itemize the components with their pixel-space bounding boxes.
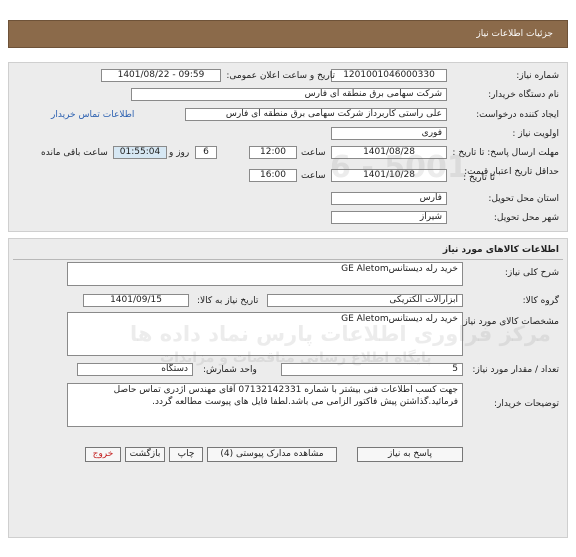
province-label: استان محل تحویل:: [488, 194, 559, 204]
buyer-contact-link[interactable]: اطلاعات تماس خریدار: [51, 110, 134, 120]
buyer-notes-field: جهت کسب اطلاعات فنی بیشتر با شماره 07132…: [67, 383, 463, 427]
announce-datetime-label: تاریخ و ساعت اعلان عمومی:: [226, 71, 335, 81]
goods-info-panel: اطلاعات کالاهای مورد نیاز شرح کلی نیاز: …: [8, 238, 568, 538]
remaining-time-field: 01:55:04: [113, 146, 167, 159]
unit-field: دستگاه: [77, 363, 193, 376]
province-field: فارس: [331, 192, 447, 205]
goods-group-field: ابزارآلات الکتریکی: [267, 294, 463, 307]
priority-label: اولویت نیاز :: [512, 129, 559, 139]
unit-label: واحد شمارش:: [203, 365, 257, 375]
page-header: جزئیات اطلاعات نیاز: [8, 20, 568, 48]
need-date-field: 1401/09/15: [83, 294, 189, 307]
need-date-label: تاریخ نیاز به کالا:: [197, 296, 259, 306]
back-button[interactable]: بازگشت: [125, 447, 165, 462]
validity-to-date-label: تا تاریخ :: [463, 173, 495, 183]
summary-field: خرید رله دیستانسGE Aletom: [67, 262, 463, 286]
specs-field: خرید رله دیستانسGE Aletom: [67, 312, 463, 356]
announce-datetime-field: 1401/08/22 - 09:59: [101, 69, 221, 82]
deadline-time-label: ساعت: [301, 148, 326, 158]
buyer-org-field: شرکت سهامی برق منطقه ای فارس: [131, 88, 447, 101]
quantity-field: 5: [281, 363, 463, 376]
remaining-time-label: ساعت باقی مانده: [41, 148, 108, 158]
need-number-label: شماره نیاز:: [516, 71, 559, 81]
city-field: شیراز: [331, 211, 447, 224]
validity-time-field: 16:00: [249, 169, 297, 182]
need-number-field: 1201001046000330: [331, 69, 447, 82]
priority-field: فوری: [331, 127, 447, 140]
city-label: شهر محل تحویل:: [493, 213, 559, 223]
days-remaining-field: 6: [195, 146, 217, 159]
days-label: روز و: [169, 148, 190, 158]
deadline-date-field: 1401/08/28: [331, 146, 447, 159]
summary-label: شرح کلی نیاز:: [504, 268, 559, 278]
specs-label: مشخصات کالای مورد نیاز:: [460, 317, 559, 327]
need-info-panel: شماره نیاز: 1201001046000330 تاریخ و ساع…: [8, 62, 568, 232]
deadline-label: مهلت ارسال پاسخ: تا تاریخ :: [452, 148, 559, 158]
deadline-time-field: 12:00: [249, 146, 297, 159]
requester-label: ایجاد کننده درخواست:: [476, 110, 559, 120]
view-attachments-button[interactable]: مشاهده مدارک پیوستی (4): [207, 447, 337, 462]
quantity-label: تعداد / مقدار مورد نیاز:: [472, 365, 559, 375]
buyer-notes-label: توضیحات خریدار:: [493, 399, 559, 409]
validity-date-field: 1401/10/28: [331, 169, 447, 182]
validity-time-label: ساعت: [301, 171, 326, 181]
print-button[interactable]: چاپ: [169, 447, 203, 462]
exit-button[interactable]: خروج: [85, 447, 121, 462]
page-title: جزئیات اطلاعات نیاز: [476, 29, 553, 39]
requester-field: علی راستی کاربرداز شرکت سهامی برق منطقه …: [185, 108, 447, 121]
goods-section-title: اطلاعات کالاهای مورد نیاز: [442, 245, 559, 255]
buyer-org-label: نام دستگاه خریدار:: [488, 90, 559, 100]
goods-group-label: گروه کالا:: [522, 296, 559, 306]
reply-to-need-button[interactable]: پاسخ به نیاز: [357, 447, 463, 462]
section-divider: [13, 259, 563, 260]
